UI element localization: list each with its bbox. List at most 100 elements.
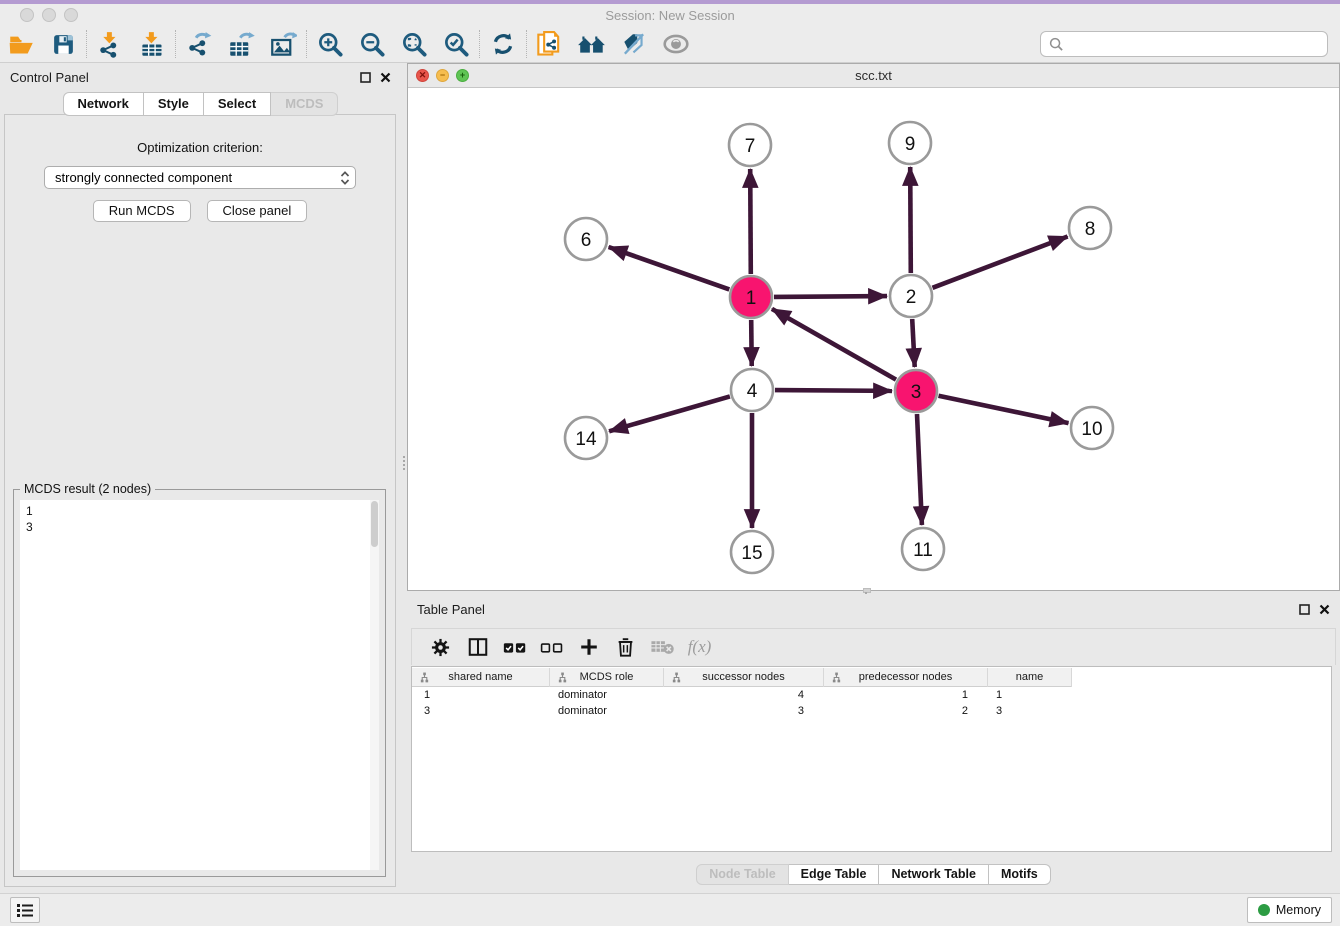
mcds-result-area[interactable]: 1 3	[20, 500, 379, 870]
zoom-out-button[interactable]	[351, 28, 393, 60]
select-all-rows-button[interactable]	[496, 632, 533, 662]
eye-icon	[662, 32, 690, 56]
birdseye-view-button[interactable]	[655, 28, 697, 60]
float-panel-icon[interactable]	[360, 72, 371, 83]
cell-name[interactable]: 3	[988, 703, 1072, 719]
tab-style[interactable]: Style	[144, 92, 204, 116]
import-network-button[interactable]	[89, 28, 131, 60]
export-network-button[interactable]	[178, 28, 220, 60]
cell-successor-nodes[interactable]: 3	[664, 703, 824, 719]
node-15[interactable]: 15	[731, 531, 773, 573]
table-row[interactable]: 3dominator323	[412, 703, 1331, 719]
edge-2-8[interactable]	[933, 237, 1068, 288]
columns-icon	[467, 636, 489, 658]
column-header-MCDS-role[interactable]: MCDS role	[550, 668, 664, 687]
node-8[interactable]: 8	[1069, 207, 1111, 249]
node-2[interactable]: 2	[890, 275, 932, 317]
network-window-titlebar[interactable]: ✕ − + scc.txt	[408, 64, 1339, 88]
edge-1-6[interactable]	[609, 247, 730, 289]
edge-3-11[interactable]	[917, 414, 922, 525]
tab-motifs[interactable]: Motifs	[989, 864, 1051, 885]
tab-mcds[interactable]: MCDS	[271, 92, 338, 116]
cell-successor-nodes[interactable]: 4	[664, 687, 824, 703]
clone-network-icon	[536, 30, 564, 58]
tab-network-table[interactable]: Network Table	[879, 864, 989, 885]
edge-1-2[interactable]	[774, 296, 887, 297]
cell-MCDS-role[interactable]: dominator	[550, 687, 664, 703]
clone-network-button[interactable]	[529, 28, 571, 60]
svg-text:14: 14	[575, 429, 597, 450]
refresh-layout-button[interactable]	[482, 28, 524, 60]
export-image-button[interactable]	[262, 28, 304, 60]
column-visibility-button[interactable]	[459, 632, 496, 662]
apply-function-button[interactable]: f(x)	[681, 632, 718, 662]
edge-4-3[interactable]	[775, 390, 892, 391]
node-9[interactable]: 9	[889, 122, 931, 164]
cell-predecessor-nodes[interactable]: 2	[824, 703, 988, 719]
tab-edge-table[interactable]: Edge Table	[789, 864, 880, 885]
edge-1-7[interactable]	[750, 169, 751, 274]
cell-name[interactable]: 1	[988, 687, 1072, 703]
task-history-button[interactable]	[10, 897, 40, 923]
tab-node-table[interactable]: Node Table	[696, 864, 788, 885]
column-header-successor-nodes[interactable]: successor nodes	[664, 668, 824, 687]
edge-2-9[interactable]	[910, 167, 911, 273]
edge-3-1[interactable]	[772, 309, 896, 380]
float-table-panel-icon[interactable]	[1299, 604, 1310, 615]
close-table-panel-icon[interactable]	[1319, 604, 1330, 615]
cell-shared-name[interactable]: 1	[412, 687, 550, 703]
toggle-labels-button[interactable]	[613, 28, 655, 60]
delete-table-button[interactable]	[644, 632, 681, 662]
node-1[interactable]: 1	[730, 276, 772, 318]
export-table-button[interactable]	[220, 28, 262, 60]
import-table-button[interactable]	[131, 28, 173, 60]
node-3[interactable]: 3	[895, 370, 937, 412]
criterion-dropdown[interactable]: strongly connected component	[44, 166, 356, 189]
result-scrollbar-thumb[interactable]	[371, 501, 378, 547]
node-7[interactable]: 7	[729, 124, 771, 166]
result-scrollbar[interactable]	[370, 500, 379, 870]
add-column-button[interactable]	[570, 632, 607, 662]
open-session-button[interactable]	[0, 28, 42, 60]
edge-2-3[interactable]	[912, 319, 915, 367]
label-toggle-icon	[620, 31, 648, 57]
edge-3-10[interactable]	[939, 396, 1069, 423]
run-mcds-button[interactable]: Run MCDS	[93, 200, 191, 222]
node-6[interactable]: 6	[565, 218, 607, 260]
zoom-in-button[interactable]	[309, 28, 351, 60]
search-field[interactable]	[1040, 31, 1328, 57]
node-14[interactable]: 14	[565, 417, 607, 459]
cell-predecessor-nodes[interactable]: 1	[824, 687, 988, 703]
close-panel-button[interactable]: Close panel	[207, 200, 308, 222]
zoom-fit-button[interactable]	[393, 28, 435, 60]
close-panel-icon[interactable]	[380, 72, 391, 83]
tab-network[interactable]: Network	[63, 92, 144, 116]
zoom-selected-button[interactable]	[435, 28, 477, 60]
column-header-name[interactable]: name	[988, 668, 1072, 687]
svg-text:7: 7	[745, 136, 756, 157]
node-table[interactable]: shared nameMCDS rolesuccessor nodesprede…	[411, 666, 1332, 852]
table-body: 1dominator4113dominator323	[412, 687, 1331, 719]
cell-shared-name[interactable]: 3	[412, 703, 550, 719]
node-10[interactable]: 10	[1071, 407, 1113, 449]
zoom-fit-icon	[401, 31, 428, 58]
delete-columns-button[interactable]	[607, 632, 644, 662]
search-input[interactable]	[1070, 37, 1327, 52]
edge-4-14[interactable]	[609, 396, 730, 431]
network-graph[interactable]: 7 9 6 8 1 2 4 3 14 10 15 11	[408, 88, 1339, 590]
column-header-predecessor-nodes[interactable]: predecessor nodes	[824, 668, 988, 687]
table-settings-button[interactable]	[422, 632, 459, 662]
save-session-button[interactable]	[42, 28, 84, 60]
deselect-all-rows-button[interactable]	[533, 632, 570, 662]
memory-button[interactable]: Memory	[1247, 897, 1332, 923]
table-panel: Table Panel	[407, 595, 1340, 890]
svg-text:11: 11	[913, 540, 933, 561]
column-header-shared-name[interactable]: shared name	[412, 668, 550, 687]
node-11[interactable]: 11	[902, 528, 944, 570]
cybrowser-home-button[interactable]	[571, 28, 613, 60]
cell-MCDS-role[interactable]: dominator	[550, 703, 664, 719]
edge-1-4[interactable]	[751, 320, 752, 366]
tab-select[interactable]: Select	[204, 92, 271, 116]
table-row[interactable]: 1dominator411	[412, 687, 1331, 703]
node-4[interactable]: 4	[731, 369, 773, 411]
